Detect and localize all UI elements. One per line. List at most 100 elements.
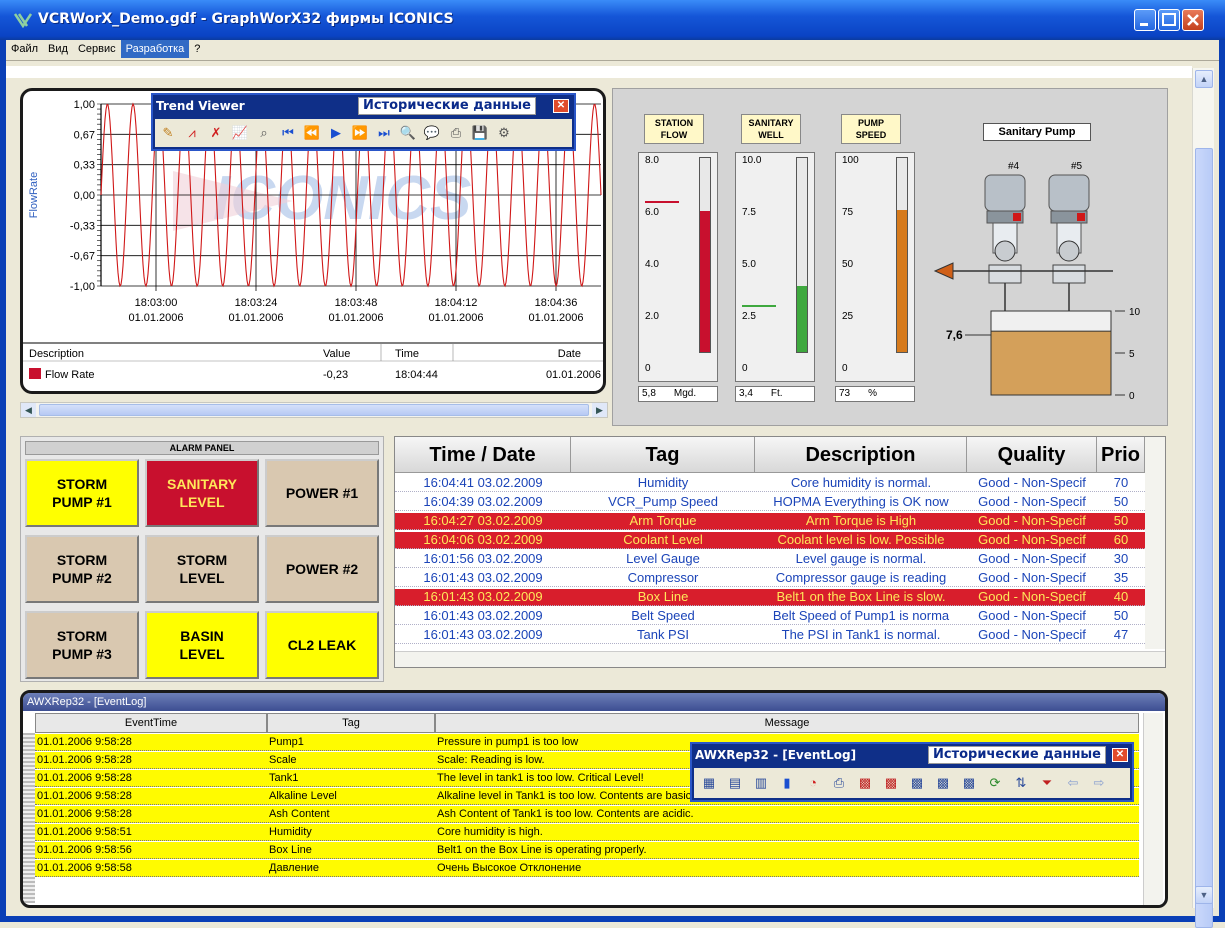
bar-chart-icon[interactable]: ▮ (776, 772, 798, 794)
alarm-grid-header-quality[interactable]: Quality (967, 437, 1097, 473)
historical-mode-label[interactable]: Исторические данные (358, 97, 536, 115)
event-log-cell: Pump1 (269, 736, 304, 748)
print-icon[interactable]: ⎙ (828, 772, 850, 794)
close-button[interactable] (1182, 9, 1204, 31)
pump-shaft (1056, 222, 1082, 254)
pen-add-icon[interactable]: ✎ (158, 123, 178, 143)
zoom-icon[interactable]: 🔍 (398, 123, 418, 143)
minimize-button[interactable] (1134, 9, 1156, 31)
alarm-button-cl2-leak[interactable]: CL2 LEAK (265, 611, 379, 679)
menu-tools[interactable]: Сервис (73, 40, 121, 58)
scroll-up-arrow[interactable]: ▲ (1195, 70, 1213, 88)
main-vertical-scrollbar[interactable]: ▲ ▼ (1192, 68, 1214, 928)
alarm-button-storm-pump-1[interactable]: STORM PUMP #1 (25, 459, 139, 527)
alarm-grid-row[interactable]: 16:04:39 03.02.2009 VCR_Pump Speed НОРМА E… (395, 494, 1155, 511)
alarm-button-storm-pump-3[interactable]: STORM PUMP #3 (25, 611, 139, 679)
event-log-vertical-scrollbar[interactable] (1143, 713, 1163, 905)
next-page-icon[interactable]: ⏩ (350, 123, 370, 143)
menu-view[interactable]: Вид (43, 40, 73, 58)
forward-icon[interactable]: ⇨ (1088, 772, 1110, 794)
chart-icon[interactable]: 📈 (230, 123, 250, 143)
event-log-header-tag[interactable]: Tag (267, 713, 435, 733)
gauge-label-line2: WELL (758, 130, 784, 140)
gauge-label: PUMP SPEED (841, 114, 901, 144)
legend-row-date: 01.01.2006 (546, 369, 601, 381)
alarm-grid-row[interactable]: 16:01:43 03.02.2009 Belt Speed Belt Speed … (395, 608, 1155, 625)
table-icon[interactable]: ▦ (698, 772, 720, 794)
report-historical-mode-label[interactable]: Исторические данные (928, 746, 1106, 764)
alarm-grid-cell: Level gauge is normal. (795, 551, 927, 566)
event-log-header-eventtime[interactable]: EventTime (35, 713, 267, 733)
scroll-down-arrow[interactable]: ▼ (1195, 886, 1213, 904)
trend-viewer-close-button[interactable]: ✕ (553, 99, 569, 113)
last-icon[interactable]: ⏭ (374, 123, 394, 143)
row-selector-column (23, 733, 35, 903)
alarm-grid-row[interactable]: 16:01:43 03.02.2009 Box Line Belt1 on the … (395, 589, 1155, 606)
trend-remove-icon[interactable]: ✗ (206, 123, 226, 143)
alarm-grid-header-description[interactable]: Description (755, 437, 967, 473)
alarm-grid-header-prio[interactable]: Prio (1097, 437, 1145, 473)
funnel-icon[interactable]: ⏷ (1036, 772, 1058, 794)
gauge-unit: Ft. (770, 388, 783, 399)
legend-header-description: Description (29, 348, 84, 360)
report-toolbar-close-button[interactable]: ✕ (1112, 748, 1128, 762)
filter-d-icon[interactable]: ▩ (932, 772, 954, 794)
alarm-button-storm-level[interactable]: STORM LEVEL (145, 535, 259, 603)
filter-b-icon[interactable]: ▩ (880, 772, 902, 794)
alarm-button-storm-pump-2[interactable]: STORM PUMP #2 (25, 535, 139, 603)
trend-icon[interactable]: ⩘ (182, 123, 202, 143)
event-log-row[interactable]: 01.01.2006 9:58:28 Ash Content Ash Content… (35, 806, 1139, 823)
alarm-grid-cell: 35 (1113, 570, 1129, 585)
filter-a-icon[interactable]: ▩ (854, 772, 876, 794)
alarm-grid-row[interactable]: 16:01:43 03.02.2009 Compressor Compressor … (395, 570, 1155, 587)
alarm-grid-horizontal-scrollbar[interactable] (395, 651, 1165, 667)
title-bar[interactable]: VCRWorX_Demo.gdf - GraphWorX32 фирмы ICO… (0, 0, 1225, 40)
settings-icon[interactable]: ⚙ (494, 123, 514, 143)
filter-e-icon[interactable]: ▩ (958, 772, 980, 794)
alarm-grid-vertical-scrollbar[interactable] (1145, 437, 1165, 649)
alarm-grid-row[interactable]: 16:04:27 03.02.2009 Arm Torque Arm Torque … (395, 513, 1155, 530)
filter-c-icon[interactable]: ▩ (906, 772, 928, 794)
grid-icon[interactable]: ▤ (724, 772, 746, 794)
menu-develop[interactable]: Разработка (120, 40, 190, 58)
comment-icon[interactable]: 💬 (422, 123, 442, 143)
scroll-right-arrow[interactable]: ▶ (592, 403, 607, 417)
alarm-button-power-1[interactable]: POWER #1 (265, 459, 379, 527)
zoom-trend-icon[interactable]: ⌕ (254, 123, 274, 143)
pie-chart-icon[interactable]: ◔ (802, 772, 824, 794)
print-icon[interactable]: ⎙ (446, 123, 466, 143)
legend-header-value: Value (323, 348, 350, 360)
scroll-thumb[interactable] (1195, 148, 1213, 928)
event-log-row[interactable]: 01.01.2006 9:58:51 Humidity Core humidity … (35, 824, 1139, 841)
trend-viewer-toolbar: Trend Viewer Исторические данные ✕ ✎ ⩘ ✗ 📈 ⌕… (151, 93, 576, 151)
alarm-grid-header-tag[interactable]: Tag (571, 437, 755, 473)
alarm-button-sanitary-level[interactable]: SANITARY LEVEL (145, 459, 259, 527)
event-log-cell: Ash Content of Tank1 is too low. Content… (437, 808, 694, 820)
alarm-grid-row[interactable]: 16:01:56 03.02.2009 Level Gauge Level gaug… (395, 551, 1155, 568)
play-icon[interactable]: ▶ (326, 123, 346, 143)
prev-page-icon[interactable]: ⏪ (302, 123, 322, 143)
event-log-header-message[interactable]: Message (435, 713, 1139, 733)
refresh-icon[interactable]: ⟳ (984, 772, 1006, 794)
event-log-row[interactable]: 01.01.2006 9:58:56 Box Line Belt1 on the B… (35, 842, 1139, 859)
alarm-grid-row[interactable]: 16:01:43 03.02.2009 Tank PSI The PSI in Ta… (395, 627, 1155, 644)
event-log-row[interactable]: 01.01.2006 9:58:58 Давление Очень Высокое… (35, 860, 1139, 877)
alarm-grid-row[interactable]: 16:04:06 03.02.2009 Coolant Level Coolant … (395, 532, 1155, 549)
menu-file[interactable]: Файл (6, 40, 43, 58)
columns-icon[interactable]: ▥ (750, 772, 772, 794)
first-icon[interactable]: ⏮ (278, 123, 298, 143)
alarm-grid-row[interactable]: 16:04:41 03.02.2009 Humidity Core humidity… (395, 475, 1155, 492)
alarm-button-basin-level[interactable]: BASIN LEVEL (145, 611, 259, 679)
alarm-grid-header-time-date[interactable]: Time / Date (395, 437, 571, 473)
sort-icon[interactable]: ⇅ (1010, 772, 1032, 794)
trend-scroll-thumb[interactable] (39, 404, 589, 416)
menu-help[interactable]: ? (189, 40, 205, 58)
trend-horizontal-scrollbar[interactable]: ◀ ▶ (20, 402, 608, 418)
maximize-button[interactable] (1158, 9, 1180, 31)
alarm-button-power-2[interactable]: POWER #2 (265, 535, 379, 603)
back-icon[interactable]: ⇦ (1062, 772, 1084, 794)
alarm-grid-cell: Core humidity is normal. (790, 475, 932, 490)
save-icon[interactable]: 💾 (470, 123, 490, 143)
gauge-body: 8.0 6.0 4.0 2.0 0 (638, 152, 718, 382)
scroll-left-arrow[interactable]: ◀ (21, 403, 36, 417)
